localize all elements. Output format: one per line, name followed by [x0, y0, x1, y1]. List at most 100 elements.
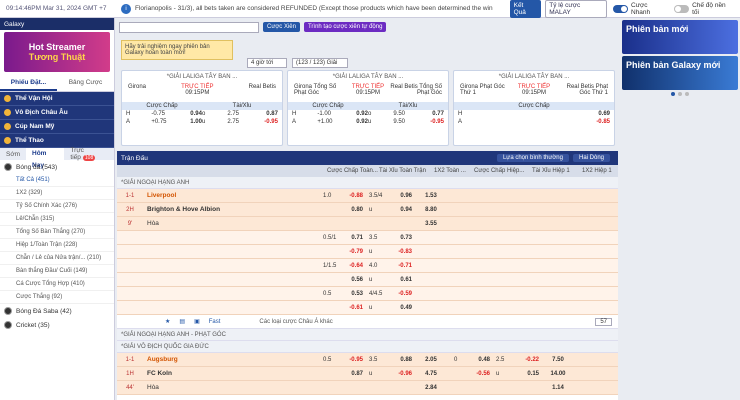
odds[interactable]: 0.69 — [534, 111, 610, 117]
results-button[interactable]: Kết Quả — [509, 0, 542, 18]
odds[interactable]: 14.00 — [539, 371, 577, 377]
odds[interactable]: 0.87 — [341, 371, 363, 377]
odds-row[interactable]: H 0.69 — [454, 110, 614, 118]
market-item[interactable]: Tổng Số Bàn Thắng (270) — [0, 226, 114, 239]
odds[interactable]: 1.00 — [177, 119, 202, 125]
odds-type-select[interactable]: Tỷ lệ cược MALAY — [545, 0, 608, 18]
featured-card[interactable]: *GIẢI LALIGA TÂY BAN ... Girona Phạt Góc… — [453, 70, 615, 146]
odds[interactable]: 0.71 — [341, 235, 363, 241]
odds[interactable]: 2.05 — [412, 357, 450, 363]
tv-icon[interactable]: ▣ — [194, 318, 200, 325]
section-copa[interactable]: Cúp Nam Mỹ — [0, 120, 114, 134]
odds[interactable]: 8.80 — [412, 207, 450, 213]
featured-card[interactable]: *GIẢI LALIGA TÂY BAN ... Girona TRỰC TIẾP… — [121, 70, 283, 146]
odds[interactable]: 0.94 — [177, 111, 202, 117]
odds[interactable]: -0.59 — [388, 291, 412, 297]
sport-cricket[interactable]: Cricket (35) — [0, 318, 114, 332]
tab-today[interactable]: Hôm Nay — [26, 148, 65, 169]
more-markets-count[interactable]: 57 — [595, 317, 612, 326]
odds[interactable]: -0.61 — [341, 305, 363, 311]
odds[interactable]: 0.92 — [343, 119, 368, 125]
odds[interactable]: 0.80 — [341, 207, 363, 213]
tab-live[interactable]: Trực tiếp 108 — [64, 147, 114, 161]
more-bets-link[interactable]: Các loại cược Châu Á khác — [259, 319, 332, 325]
tab-bet-list[interactable]: Bảng Cược — [57, 76, 114, 91]
odds[interactable]: 0.87 — [253, 111, 278, 117]
odds[interactable]: -0.96 — [388, 371, 412, 377]
dark-mode-toggle[interactable] — [674, 4, 690, 13]
market-item[interactable]: Tất Cả (451) — [0, 174, 114, 187]
parlay-button[interactable]: Cược Xiên — [263, 22, 300, 32]
odds[interactable]: -0.95 — [341, 357, 363, 363]
time-select[interactable]: 4 giờ tới — [247, 58, 287, 68]
odds[interactable]: -0.85 — [534, 119, 610, 125]
market-item[interactable]: Lẻ/Chẵn (315) — [0, 213, 114, 226]
market-item[interactable]: 1X2 (329) — [0, 187, 114, 200]
odds[interactable]: 0.77 — [419, 111, 444, 117]
odds[interactable]: -0.71 — [388, 263, 412, 269]
odds[interactable]: 0.56 — [341, 277, 363, 283]
star-icon[interactable]: ★ — [165, 318, 170, 325]
odds[interactable]: 0.61 — [388, 277, 412, 283]
market-item[interactable]: Tỷ Số Chính Xác (276) — [0, 200, 114, 213]
odds[interactable]: 2.84 — [412, 385, 450, 391]
promo-banner-2[interactable]: Phiên bản Galaxy mới — [622, 56, 738, 90]
odds[interactable]: 0.96 — [388, 193, 412, 199]
odds[interactable]: 0.49 — [388, 305, 412, 311]
odds[interactable]: 4.75 — [412, 371, 450, 377]
carousel-dot[interactable] — [685, 92, 689, 96]
league-row[interactable]: *GIẢI NGOẠI HẠNG ANH - PHẠT GÓC — [117, 329, 618, 341]
odds-row[interactable]: H -1.00 0.92 o 9.50 0.77 — [288, 110, 448, 118]
carousel-dot[interactable] — [678, 92, 682, 96]
odds[interactable]: -0.88 — [341, 193, 363, 199]
odds[interactable]: -0.95 — [253, 119, 278, 125]
section-sports[interactable]: Thể Thao — [0, 134, 114, 148]
odds-row[interactable]: H -0.75 0.94 o 2.75 0.87 — [122, 110, 282, 118]
fast-label[interactable]: Fast — [209, 319, 221, 325]
auto-parlay-button[interactable]: Trình tạo cược xiên tự động — [303, 22, 387, 32]
sort-select[interactable]: Lựa chọn bình thường — [496, 154, 569, 162]
odds[interactable]: -0.22 — [515, 357, 539, 363]
section-euro[interactable]: Vô Địch Châu Âu — [0, 106, 114, 120]
featured-card[interactable]: *GIẢI LALIGA TÂY BAN ... Girona Tổng Số … — [287, 70, 449, 146]
odds-row[interactable]: A -0.85 — [454, 118, 614, 126]
odds[interactable]: 0.94 — [388, 207, 412, 213]
league-count-select[interactable]: (123 / 123) Giải — [292, 58, 348, 68]
odds[interactable]: 7.50 — [539, 357, 577, 363]
market-item[interactable]: Cá Cược Tổng Hợp (410) — [0, 278, 114, 291]
odds[interactable]: 0.53 — [341, 291, 363, 297]
market-item[interactable]: Chẵn / Lẻ của Nửa trận/... (210) — [0, 252, 114, 265]
odds[interactable]: 3.55 — [412, 221, 450, 227]
search-input[interactable] — [119, 21, 259, 33]
odds[interactable]: 1.14 — [539, 385, 577, 391]
odds[interactable]: 0.73 — [388, 235, 412, 241]
stats-icon[interactable]: ▤ — [179, 318, 185, 325]
promo-banner[interactable]: Hot Streamer Tương Thuật — [4, 32, 110, 72]
section-olympics[interactable]: Thể Vận Hội — [0, 92, 114, 106]
market-item[interactable]: Cược Thắng (92) — [0, 291, 114, 304]
odds[interactable]: -0.95 — [419, 119, 444, 125]
league-row[interactable]: *GIẢI VÔ ĐỊCH QUỐC GIA ĐỨC — [117, 341, 618, 353]
carousel-dot[interactable] — [671, 92, 675, 96]
promo-banner-1[interactable]: Phiên bản mới — [622, 20, 738, 54]
odds[interactable]: 0.48 — [468, 357, 490, 363]
galaxy-header[interactable]: Galaxy — [0, 18, 114, 30]
market-item[interactable]: Hiệp 1/Toàn Trận (228) — [0, 239, 114, 252]
odds[interactable]: 0.88 — [388, 357, 412, 363]
odds[interactable]: -0.64 — [341, 263, 363, 269]
odds[interactable]: -0.79 — [341, 249, 363, 255]
sport-saba[interactable]: Bóng Đá Saba (42) — [0, 304, 114, 318]
quick-bet-toggle[interactable] — [613, 4, 628, 13]
odds[interactable]: -0.56 — [468, 371, 490, 377]
tab-early[interactable]: Sớm — [0, 151, 26, 158]
tab-bet-slip[interactable]: Phiếu Đặt... — [0, 76, 57, 91]
odds[interactable]: -0.83 — [388, 249, 412, 255]
odds[interactable]: 0.92 — [343, 111, 368, 117]
view-select[interactable]: Hai Dòng — [572, 154, 610, 162]
odds-row[interactable]: A +1.00 0.92 u 9.50 -0.95 — [288, 118, 448, 126]
odds[interactable]: 1.53 — [412, 193, 450, 199]
odds-row[interactable]: A +0.75 1.00 u 2.75 -0.95 — [122, 118, 282, 126]
league-row[interactable]: *GIẢI NGOẠI HẠNG ANH — [117, 177, 618, 189]
market-item[interactable]: Bàn thắng Đầu/ Cuối (149) — [0, 265, 114, 278]
odds[interactable]: 0.15 — [515, 371, 539, 377]
